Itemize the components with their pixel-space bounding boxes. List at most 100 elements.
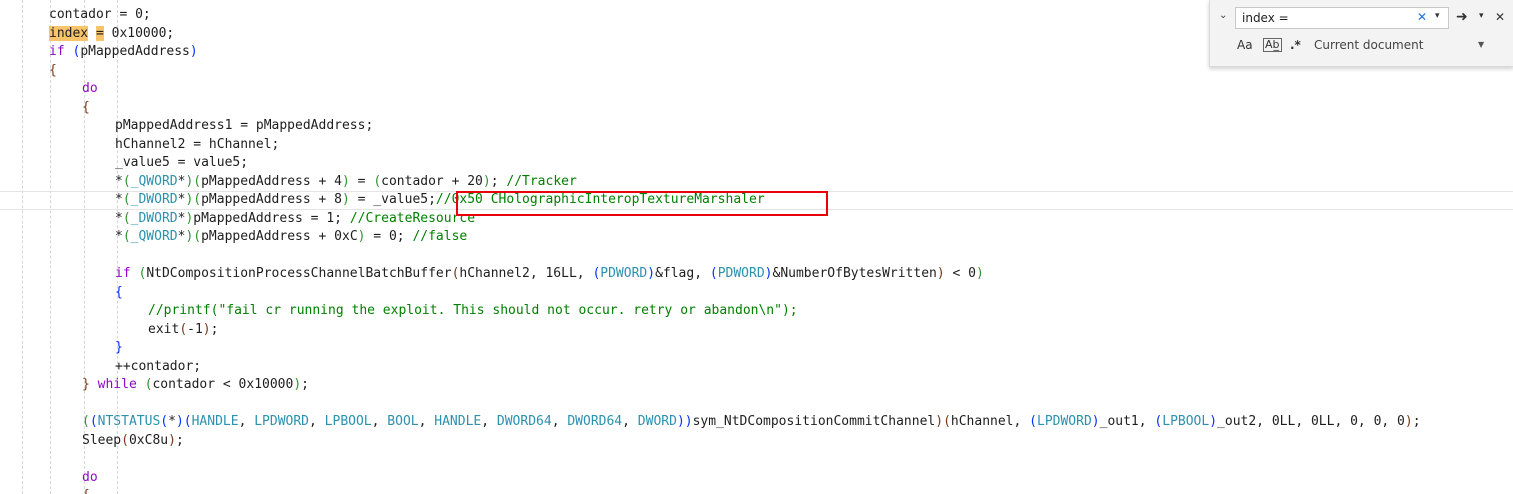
code-token: //printf("fail cr running the exploit. T… xyxy=(148,303,798,318)
code-line[interactable]: //printf("fail cr running the exploit. T… xyxy=(0,302,1513,321)
code-token: ; xyxy=(1412,414,1421,429)
code-token: 0xC8u xyxy=(128,432,169,448)
code-token: ) xyxy=(1091,414,1100,429)
code-token: ) xyxy=(175,414,184,429)
search-scope-select[interactable]: Current document xyxy=(1314,38,1423,52)
code-token: DWORD64 xyxy=(567,414,623,429)
code-token: ( xyxy=(193,192,202,207)
code-token: LPBOOL xyxy=(1162,414,1210,429)
code-token: ++contador; xyxy=(115,358,202,374)
code-token: &NumberOfBytesWritten xyxy=(772,266,937,281)
code-line[interactable]: pMappedAddress1 = pMappedAddress; xyxy=(0,117,1513,136)
code-token: while xyxy=(97,377,137,392)
code-token: ( xyxy=(121,432,129,448)
code-line[interactable]: } xyxy=(0,339,1513,358)
whole-word-icon[interactable]: Ab̲ xyxy=(1263,38,1282,52)
code-token: ( xyxy=(89,414,98,429)
close-icon[interactable]: ✕ xyxy=(1417,10,1427,24)
find-input-value: index = xyxy=(1242,11,1289,25)
code-token: ; xyxy=(301,377,309,392)
code-token: { xyxy=(82,488,90,494)
code-token: ( xyxy=(183,414,192,429)
code-line[interactable] xyxy=(0,395,1513,414)
code-token: * xyxy=(115,210,123,226)
code-line[interactable]: if (NtDCompositionProcessChannelBatchBuf… xyxy=(0,265,1513,284)
code-line[interactable]: *(_QWORD*)(pMappedAddress + 0xC) = 0; //… xyxy=(0,228,1513,247)
code-token: = _value5; xyxy=(349,192,436,207)
code-token: contador < 0x10000 xyxy=(152,377,294,392)
dropdown-icon[interactable]: ▾ xyxy=(1479,11,1484,21)
code-token: < 0 xyxy=(944,266,977,281)
code-token: ) xyxy=(342,192,350,207)
code-token: LPDWORD xyxy=(1037,414,1092,429)
code-token: = xyxy=(95,25,104,41)
code-line[interactable]: } while (contador < 0x10000); xyxy=(0,376,1513,395)
code-line[interactable] xyxy=(0,247,1513,266)
code-token: , xyxy=(622,414,638,429)
code-line[interactable]: { xyxy=(0,99,1513,118)
code-token: pMappedAddress + 0xC xyxy=(201,229,358,244)
code-token: HANDLE xyxy=(191,414,239,429)
code-token: DWORD xyxy=(637,414,677,429)
chevron-down-icon[interactable]: ⌄ xyxy=(1219,10,1227,21)
code-token: _value5 = value5; xyxy=(115,155,249,170)
match-case-icon[interactable]: Aa xyxy=(1237,38,1253,52)
code-line[interactable] xyxy=(0,450,1513,469)
code-line[interactable]: { xyxy=(0,284,1513,303)
chevron-down-icon[interactable]: ▼ xyxy=(1478,40,1484,49)
regex-icon[interactable]: .* xyxy=(1290,38,1301,52)
code-token: ( xyxy=(193,229,202,244)
code-token: -1 xyxy=(187,321,203,337)
code-line[interactable]: ++contador; xyxy=(0,358,1513,377)
code-token: ) xyxy=(168,432,176,448)
code-line[interactable]: do xyxy=(0,80,1513,99)
code-token: ) xyxy=(935,414,944,429)
annotation-highlight-box xyxy=(456,191,828,216)
code-token: _QWORD xyxy=(130,229,178,244)
code-token: = xyxy=(349,173,374,189)
code-line[interactable]: ((NTSTATUS(*)(HANDLE, LPDWORD, LPBOOL, B… xyxy=(0,413,1513,432)
code-line[interactable]: _value5 = value5; xyxy=(0,154,1513,173)
code-token: ( xyxy=(193,173,202,189)
code-token: pMappedAddress = 1; xyxy=(193,210,350,226)
code-token: ; xyxy=(210,321,219,337)
code-token: ) xyxy=(764,266,773,281)
code-token: ( xyxy=(122,229,131,244)
code-line[interactable]: hChannel2 = hChannel; xyxy=(0,136,1513,155)
arrow-right-icon[interactable]: ➜ xyxy=(1456,9,1468,25)
code-token: contador = 0; xyxy=(49,7,151,22)
code-line[interactable]: Sleep(0xC8u); xyxy=(0,432,1513,451)
code-token: &flag, xyxy=(655,266,710,281)
code-token: * xyxy=(115,192,123,207)
code-token: ) xyxy=(1209,414,1218,429)
code-token: //false xyxy=(412,229,468,244)
code-token: pMappedAddress1 = pMappedAddress; xyxy=(115,118,374,133)
code-token: ) xyxy=(202,321,211,337)
code-token: LPDWORD xyxy=(254,414,310,429)
code-token: ) xyxy=(293,377,302,392)
code-token: 0x10000; xyxy=(103,25,175,41)
code-token: * xyxy=(168,414,176,429)
code-token: if xyxy=(49,44,65,59)
code-editor[interactable]: contador = 0; index = 0x10000; if (pMapped… xyxy=(0,0,1513,494)
close-icon[interactable]: ✕ xyxy=(1495,10,1505,24)
code-token: hChannel2, 16LL, xyxy=(459,266,593,281)
code-line[interactable]: *(_QWORD*)(pMappedAddress + 4) = (contad… xyxy=(0,173,1513,192)
code-line[interactable]: do xyxy=(0,469,1513,488)
code-token: _out1, xyxy=(1099,414,1155,429)
code-token: ( xyxy=(160,414,169,429)
code-token: PDWORD xyxy=(600,266,648,281)
code-token: ( xyxy=(1029,414,1037,429)
code-token: = 0; xyxy=(365,229,413,244)
code-token: Sleep xyxy=(82,432,122,448)
dropdown-icon[interactable]: ▾ xyxy=(1435,11,1440,21)
code-token: //Tracker xyxy=(506,173,577,189)
code-token: BOOL xyxy=(387,414,419,429)
code-line[interactable]: exit(-1); xyxy=(0,321,1513,340)
code-line[interactable]: { xyxy=(0,487,1513,494)
code-token: do xyxy=(82,81,98,96)
code-token: contador + 20 xyxy=(381,173,483,189)
code-token: DWORD64 xyxy=(496,414,552,429)
code-token: pMappedAddress xyxy=(80,44,190,59)
